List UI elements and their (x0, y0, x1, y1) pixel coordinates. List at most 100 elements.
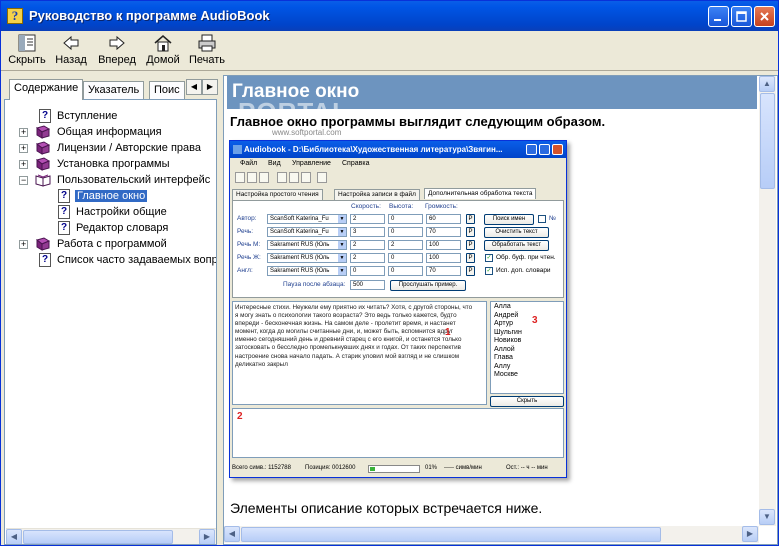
inner-settings-panel: Скорость: Высота: Громкость: Автор: Scan… (232, 200, 564, 298)
inner-window-title: Audiobook - D:\Библиотека\Художественная… (244, 145, 503, 154)
tree-item-faq[interactable]: ? Список часто задаваемых вопросов (39, 252, 216, 268)
scroll-thumb[interactable] (760, 93, 775, 189)
speed-spinner: 2 (350, 253, 385, 263)
chevron-down-icon: ▼ (338, 241, 346, 249)
p-button: P (466, 214, 475, 224)
scroll-thumb[interactable] (241, 527, 661, 542)
tree-item-working[interactable]: + Работа с программой (19, 236, 167, 252)
arrow-right-icon (109, 35, 125, 51)
speed-spinner: 3 (350, 227, 385, 237)
tab-search[interactable]: Поис (149, 81, 185, 99)
expand-icon[interactable]: + (19, 144, 28, 153)
help-topic-icon: ? (58, 205, 70, 219)
voice-value: Sakrament RUS (Юль (270, 242, 330, 248)
volume-spinner: 70 (426, 266, 461, 276)
status-speed: ----- симв/мин (444, 465, 482, 471)
expand-icon[interactable]: + (19, 160, 28, 169)
title-bar[interactable]: ? Руководство к программе AudioBook (1, 1, 778, 31)
help-window: ? Руководство к программе AudioBook Скры… (0, 0, 779, 546)
col-volume: Громкость: (425, 203, 458, 210)
word-item: Шульгин (494, 328, 522, 336)
tree-item-general[interactable]: + Общая информация (19, 124, 162, 140)
voice-value: ScanSoft Katerina_Fu (270, 216, 329, 222)
height-spinner: 0 (388, 227, 423, 237)
forward-button[interactable]: Вперед (97, 33, 137, 69)
print-button[interactable]: Печать (187, 33, 227, 69)
chevron-down-icon: ▼ (338, 228, 346, 236)
inner-menu-control: Управление (292, 160, 331, 167)
maximize-icon (736, 11, 747, 22)
content-horizontal-scrollbar[interactable]: ◀ ▶ (224, 526, 759, 543)
inner-text: Интересные стихи. Неужели ему приятно их… (235, 304, 473, 368)
book-closed-icon (35, 141, 51, 155)
tab-scroll: ◀ ▶ (186, 79, 218, 95)
scroll-left-icon[interactable]: ◀ (224, 526, 240, 542)
hide-button[interactable]: Скрыть (7, 33, 47, 69)
minimize-button[interactable] (708, 6, 729, 27)
voice-select: ScanSoft Katerina_Fu ▼ (267, 214, 347, 224)
tree-item-label: Общая информация (57, 126, 162, 138)
home-label: Домой (146, 54, 180, 66)
scroll-down-icon[interactable]: ▼ (759, 509, 775, 525)
expand-icon[interactable]: + (19, 128, 28, 137)
scroll-right-icon[interactable]: ▶ (742, 526, 758, 542)
help-app-icon: ? (7, 8, 23, 24)
dict-checkbox: ✓ (485, 267, 493, 275)
row-label: Речь М: (237, 241, 261, 248)
voice-value: Sakrament RUS (Юль (270, 255, 330, 261)
tree-item-dict-editor[interactable]: ? Редактор словаря (58, 220, 168, 236)
voice-select: ScanSoft Katerina_Fu ▼ (267, 227, 347, 237)
inner-minimize-icon (526, 144, 537, 155)
search-names-button: Поиск имен (484, 214, 534, 225)
voice-select: Sakrament RUS (Юль ▼ (267, 266, 347, 276)
height-spinner: 0 (388, 253, 423, 263)
content-vertical-scrollbar[interactable]: ▲ ▼ (759, 76, 776, 526)
home-button[interactable]: Домой (144, 33, 182, 69)
tree-item-licenses[interactable]: + Лицензии / Авторские права (19, 140, 201, 156)
minimize-icon (714, 19, 721, 21)
speed-spinner: 2 (350, 214, 385, 224)
topic-intro: Главное окно программы выглядит следующи… (230, 114, 606, 129)
tree-item-install[interactable]: + Установка программы (19, 156, 170, 172)
scroll-thumb[interactable] (23, 530, 173, 544)
tab-scroll-right-icon[interactable]: ▶ (202, 79, 218, 95)
volume-spinner: 100 (426, 253, 461, 263)
tree-item-intro[interactable]: ? Вступление (39, 108, 117, 124)
inner-close-icon (552, 144, 563, 155)
inner-tab-processing: Дополнительная обработка текста (424, 188, 537, 199)
pause-label: Пауза после абзаца: (283, 281, 346, 288)
tab-scroll-left-icon[interactable]: ◀ (186, 79, 202, 95)
tree-item-main-window[interactable]: ? Главное окно (58, 188, 148, 204)
inner-menu-bar: Файл Вид Управление Справка (230, 158, 566, 170)
scroll-right-icon[interactable]: ▶ (199, 529, 215, 544)
marker-2: 2 (237, 411, 243, 422)
row-label: Автор: (237, 215, 257, 222)
scroll-left-icon[interactable]: ◀ (6, 529, 22, 544)
inner-status-bar: Всего симв.: 1152788 Позиция: 0012600 01… (232, 463, 564, 475)
clear-text-button: Очистить текст (484, 227, 549, 238)
expand-icon[interactable]: + (19, 240, 28, 249)
scroll-up-icon[interactable]: ▲ (759, 76, 775, 92)
p-button: P (466, 240, 475, 250)
volume-spinner: 100 (426, 240, 461, 250)
home-icon (154, 35, 172, 52)
close-button[interactable] (754, 6, 775, 27)
tab-index[interactable]: Указатель (83, 81, 145, 99)
tab-search-label: Поис (154, 84, 180, 96)
back-button[interactable]: Назад (53, 33, 89, 69)
maximize-button[interactable] (731, 6, 752, 27)
tab-contents[interactable]: Содержание (9, 79, 84, 100)
word-item: Алла (494, 303, 511, 310)
col-height: Высота: (389, 203, 414, 210)
collapse-icon[interactable]: − (19, 176, 28, 185)
inner-menu-file: Файл (240, 160, 258, 167)
tree-item-ui[interactable]: − Пользовательский интерфейс (19, 172, 210, 188)
inner-toolbar (232, 171, 332, 185)
word-item: Аллу (494, 362, 511, 370)
tree-item-general-settings[interactable]: ? Настройки общие (58, 204, 167, 220)
inner-hide-button: Скрыть (490, 396, 564, 407)
n-checkbox (538, 215, 546, 223)
status-position: Позиция: 0012600 (305, 465, 356, 471)
inner-tabs: Настройка простого чтения Настройка запи… (232, 188, 562, 200)
tree-horizontal-scrollbar[interactable]: ◀ ▶ (6, 528, 216, 544)
